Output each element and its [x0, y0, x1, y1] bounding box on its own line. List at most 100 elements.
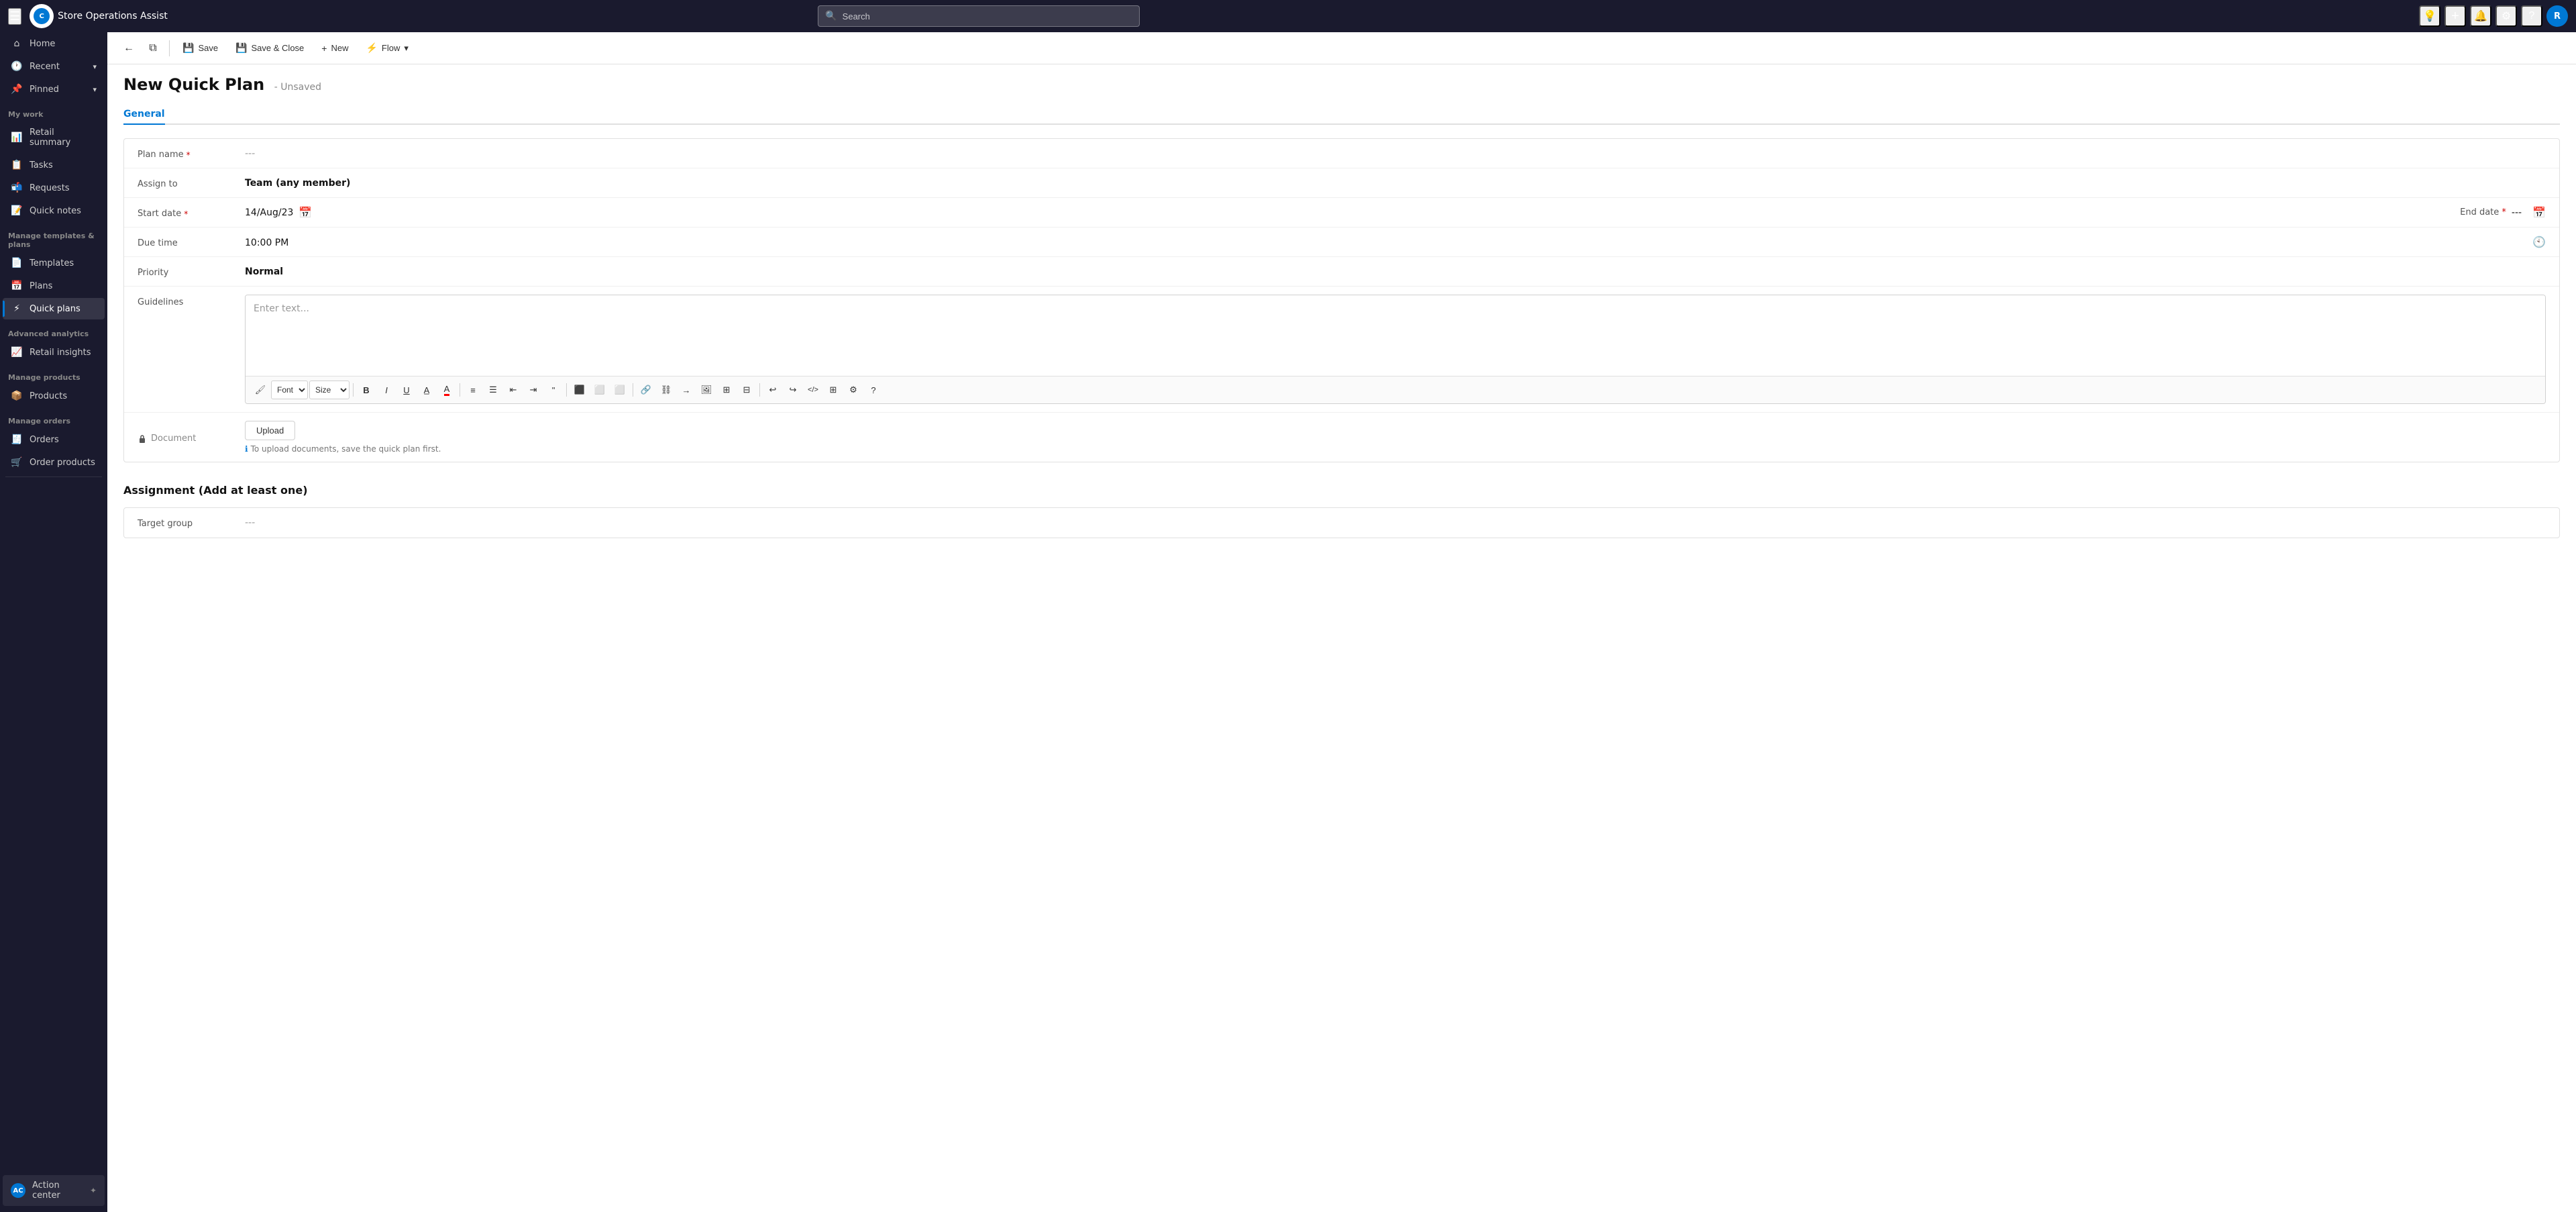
assign-to-row: Assign to Team (any member) — [124, 168, 2559, 198]
due-time-clock-icon[interactable]: 🕙 — [2532, 236, 2546, 248]
highlight-button[interactable]: A̲ — [417, 381, 436, 399]
requests-label: Requests — [30, 183, 70, 193]
end-date-calendar-icon[interactable]: 📅 — [2532, 206, 2546, 219]
retail-insights-icon: 📈 — [11, 347, 23, 358]
sidebar-item-products[interactable]: 📦 Products — [3, 385, 105, 407]
save-button[interactable]: 💾 Save — [175, 38, 225, 58]
save-close-icon: 💾 — [235, 42, 247, 54]
save-icon: 💾 — [182, 42, 194, 54]
undo-button[interactable]: ↩ — [763, 381, 782, 399]
blockquote-button[interactable]: " — [544, 381, 563, 399]
code-button[interactable]: </> — [804, 381, 822, 399]
table-special-2-button[interactable]: ⊟ — [737, 381, 756, 399]
link-button[interactable]: 🔗 — [637, 381, 655, 399]
back-button[interactable]: ← — [118, 38, 140, 59]
sidebar-item-quick-notes[interactable]: 📝 Quick notes — [3, 200, 105, 221]
size-select[interactable]: Size — [309, 381, 350, 399]
due-time-row: Due time 10:00 PM 🕙 — [124, 228, 2559, 257]
align-center-button[interactable]: ⬜ — [590, 381, 609, 399]
sidebar-item-action-center[interactable]: AC Action center ✦ — [3, 1175, 105, 1206]
end-date-value[interactable]: --- — [2512, 207, 2522, 218]
arrow-button[interactable]: → — [677, 381, 696, 399]
due-time-value[interactable]: 10:00 PM — [245, 236, 1386, 248]
font-color-button[interactable]: A — [437, 381, 456, 399]
assignment-form: Target group --- — [123, 507, 2560, 538]
end-date-section: End date * --- 📅 — [2460, 206, 2546, 219]
flow-button[interactable]: ⚡ Flow ▾ — [358, 38, 415, 58]
font-select[interactable]: Font — [271, 381, 308, 399]
page-title: New Quick Plan — [123, 75, 264, 94]
guidelines-text-area[interactable]: Enter text... — [246, 295, 2545, 376]
search-icon: 🔍 — [825, 11, 837, 21]
flow-label: Flow — [382, 43, 400, 53]
sidebar-item-requests[interactable]: 📬 Requests — [3, 177, 105, 199]
new-button[interactable]: + New — [314, 39, 356, 58]
start-date-calendar-icon[interactable]: 📅 — [299, 206, 312, 219]
bold-button[interactable]: B — [357, 381, 376, 399]
page-button[interactable]: ⧉ — [142, 38, 164, 59]
plan-name-value[interactable]: --- — [245, 147, 2546, 159]
priority-value[interactable]: Normal — [245, 265, 2546, 277]
document-row: Document Upload ℹ To upload documents, s… — [124, 413, 2559, 462]
sidebar-item-orders[interactable]: 🧾 Orders — [3, 429, 105, 450]
target-group-label: Target group — [138, 516, 245, 529]
document-lock-icon: Document — [138, 434, 196, 444]
assignment-section: Assignment (Add at least one) Target gro… — [123, 473, 2560, 560]
upload-button[interactable]: Upload — [245, 421, 295, 440]
align-left-button[interactable]: ⬛ — [570, 381, 589, 399]
tab-general[interactable]: General — [123, 105, 165, 125]
align-right-button[interactable]: ⬜ — [610, 381, 629, 399]
save-close-button[interactable]: 💾 Save & Close — [228, 38, 311, 58]
content-area: ← ⧉ 💾 Save 💾 Save & Close + New ⚡ Flow ▾ — [107, 32, 2576, 1212]
logo-text: C — [39, 13, 44, 20]
add-button[interactable]: + — [2445, 5, 2466, 27]
indent-inc-button[interactable]: ⇥ — [524, 381, 543, 399]
editor-sep-3 — [566, 383, 567, 397]
sidebar-item-pinned[interactable]: 📌 Pinned ▾ — [3, 79, 105, 100]
home-icon: ⌂ — [11, 38, 23, 49]
italic-button[interactable]: I — [377, 381, 396, 399]
templates-icon: 📄 — [11, 258, 23, 268]
paint-brush-button[interactable]: 🖌 — [251, 381, 270, 399]
table-button[interactable]: ⊞ — [824, 381, 843, 399]
editor-settings-button[interactable]: ⚙ — [844, 381, 863, 399]
order-products-icon: 🛒 — [11, 457, 23, 468]
settings-button[interactable]: ⚙ — [2496, 5, 2517, 27]
assign-to-value[interactable]: Team (any member) — [245, 176, 2546, 189]
search-input[interactable] — [843, 11, 1133, 21]
sidebar-item-plans[interactable]: 📅 Plans — [3, 275, 105, 297]
products-icon: 📦 — [11, 391, 23, 401]
unordered-list-button[interactable]: ≡ — [464, 381, 482, 399]
sidebar-item-tasks[interactable]: 📋 Tasks — [3, 154, 105, 176]
sidebar-item-home[interactable]: ⌂ Home — [3, 33, 105, 54]
upload-hint-text: To upload documents, save the quick plan… — [251, 444, 441, 454]
redo-button[interactable]: ↪ — [784, 381, 802, 399]
plans-label: Plans — [30, 281, 52, 291]
lightbulb-button[interactable]: 💡 — [2419, 5, 2440, 27]
notifications-button[interactable]: 🔔 — [2470, 5, 2491, 27]
start-date-value[interactable]: 14/Aug/23 — [245, 207, 293, 218]
document-upload-area: Upload ℹ To upload documents, save the q… — [245, 421, 441, 454]
image-button[interactable]: 🖼 — [697, 381, 716, 399]
search-bar[interactable]: 🔍 — [818, 5, 1140, 27]
sidebar-item-templates[interactable]: 📄 Templates — [3, 252, 105, 274]
sidebar-item-recent[interactable]: 🕐 Recent ▾ — [3, 56, 105, 77]
toolbar-separator-1 — [169, 40, 170, 56]
unlink-button[interactable]: ⛓ — [657, 381, 676, 399]
underline-button[interactable]: U — [397, 381, 416, 399]
sidebar-item-retail-insights[interactable]: 📈 Retail insights — [3, 342, 105, 363]
quick-plans-icon: ⚡ — [11, 303, 23, 314]
help-button[interactable]: ? — [2521, 5, 2542, 27]
sidebar-item-retail-summary[interactable]: 📊 Retail summary — [3, 122, 105, 153]
sidebar-item-order-products[interactable]: 🛒 Order products — [3, 452, 105, 473]
hamburger-button[interactable]: ☰ — [8, 8, 21, 25]
target-group-value[interactable]: --- — [245, 516, 2546, 528]
info-icon: ℹ — [245, 444, 248, 454]
indent-dec-button[interactable]: ⇤ — [504, 381, 523, 399]
table-special-1-button[interactable]: ⊞ — [717, 381, 736, 399]
page-status: - Unsaved — [274, 82, 321, 93]
avatar[interactable]: R — [2546, 5, 2568, 27]
editor-help-button[interactable]: ? — [864, 381, 883, 399]
sidebar-item-quick-plans[interactable]: ⚡ Quick plans — [3, 298, 105, 319]
ordered-list-button[interactable]: ☰ — [484, 381, 502, 399]
